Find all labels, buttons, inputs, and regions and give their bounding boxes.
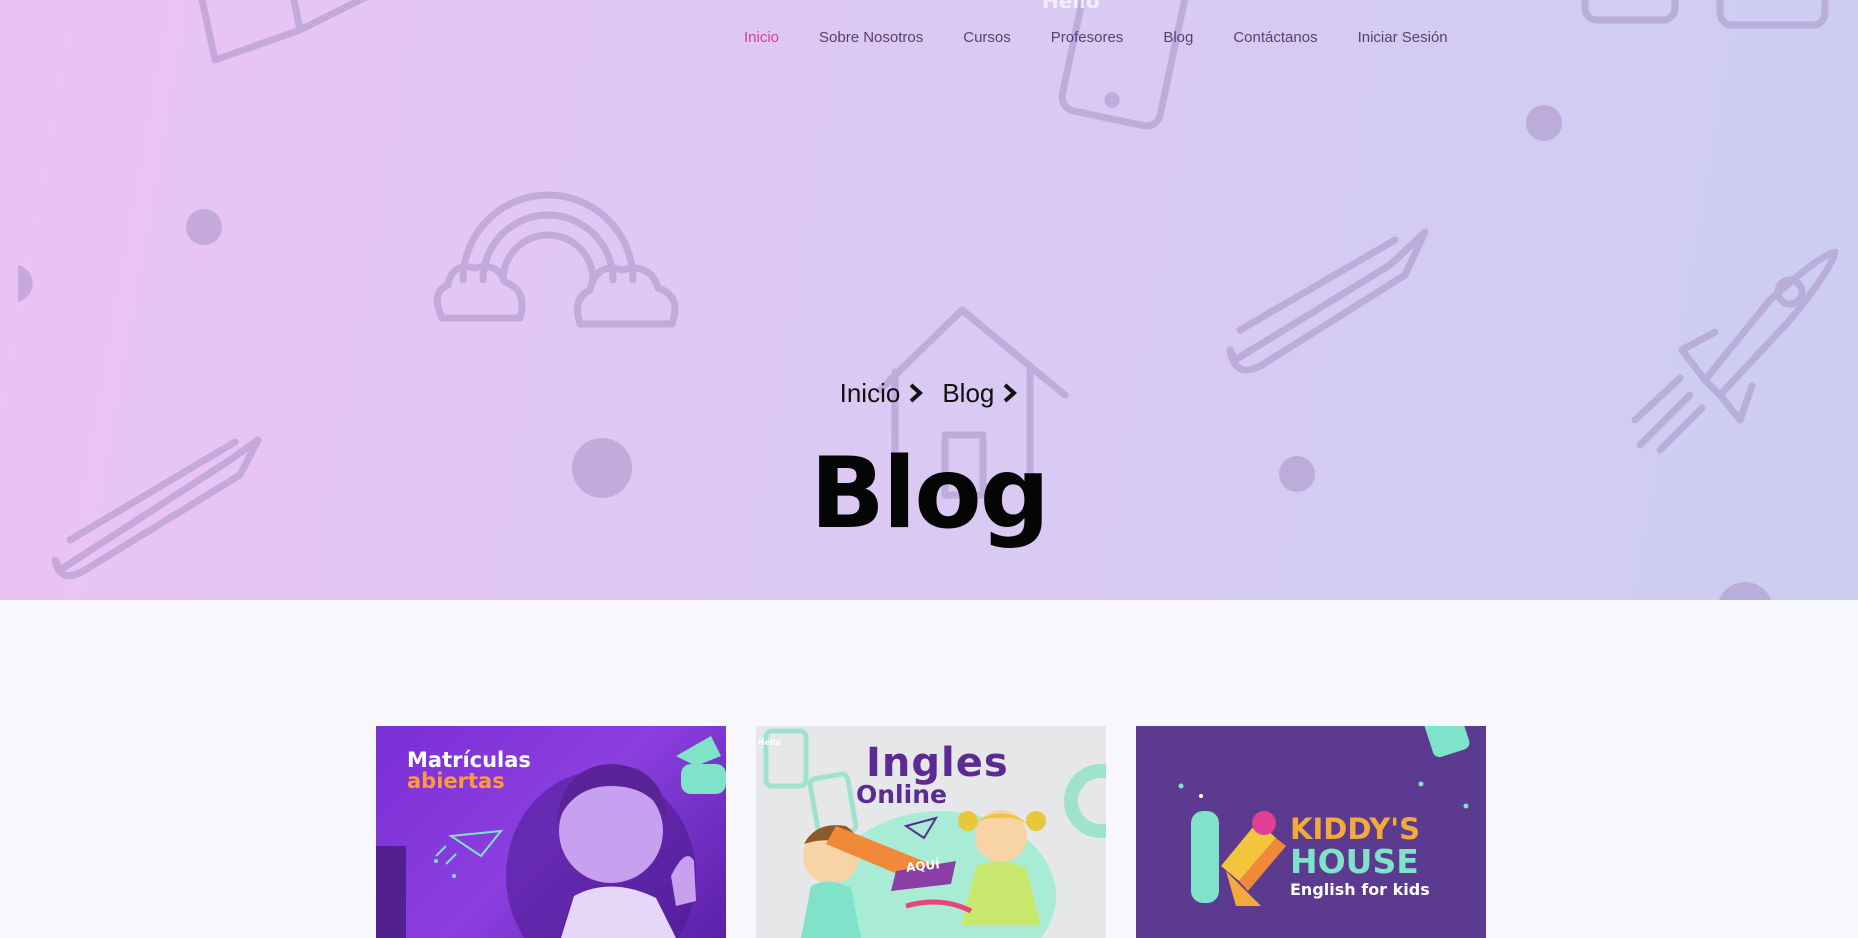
chevron-right-icon [909, 383, 924, 403]
nav-link-inicio[interactable]: Inicio [744, 28, 779, 48]
phone-icon [1058, 0, 1192, 130]
rocket-icon [1631, 248, 1839, 454]
post-title-line1: KIDDY'S [1290, 812, 1421, 846]
main-nav: Inicio Sobre Nosotros Cursos Profesores … [744, 28, 1488, 48]
nav-link-iniciar-sesion[interactable]: Iniciar Sesión [1358, 28, 1448, 48]
hero-banner: Hello Inicio Sobre Nosotros Cursos Profe… [0, 0, 1858, 600]
page-title: Blog [810, 437, 1050, 551]
nav-link-contactanos[interactable]: Contáctanos [1233, 28, 1317, 48]
pencil-icon [1226, 228, 1429, 374]
breadcrumb-label: Inicio [839, 378, 901, 408]
blog-post-card[interactable]: Ingles Online AQUÍ Hello [756, 726, 1106, 938]
blog-post-grid: Matrículas abiertas Ingles Online AQUÍ H… [376, 726, 1486, 938]
post-title-line2: abiertas [407, 769, 505, 793]
breadcrumb: Inicio Blog [0, 378, 1858, 408]
nav-link-cursos[interactable]: Cursos [963, 28, 1011, 48]
rainbow-icon [433, 191, 679, 328]
post-title-line2: HOUSE [1290, 842, 1419, 881]
nav-link-profesores[interactable]: Profesores [1051, 28, 1124, 48]
hero-decor-hello: Hello [1042, 0, 1100, 13]
blog-post-card[interactable]: KIDDY'S HOUSE English for kids [1136, 726, 1486, 938]
breadcrumb-item-inicio[interactable]: Inicio [840, 378, 925, 408]
blog-post-card[interactable]: Matrículas abiertas [376, 726, 726, 938]
breadcrumb-label: Blog [942, 378, 995, 408]
post-decor-hello: Hello [758, 738, 782, 747]
nav-link-blog[interactable]: Blog [1163, 28, 1193, 48]
post-subtitle: English for kids [1290, 880, 1430, 899]
book-icon [198, 0, 368, 64]
post-title-line2: Online [856, 780, 947, 809]
breadcrumb-item-blog[interactable]: Blog [942, 378, 1018, 408]
chevron-right-icon [1004, 383, 1018, 403]
nav-link-sobre-nosotros[interactable]: Sobre Nosotros [819, 28, 923, 48]
